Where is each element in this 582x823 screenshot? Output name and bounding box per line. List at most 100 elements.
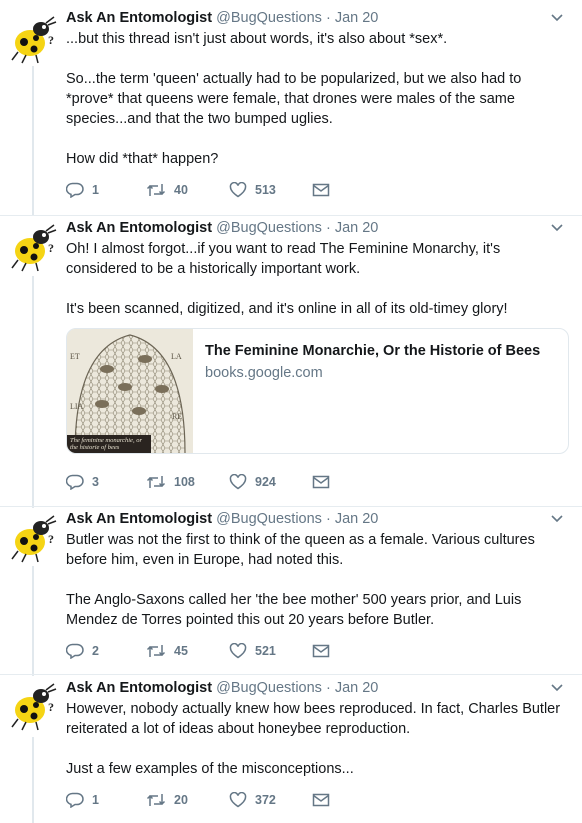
tweet-paragraph: It's been scanned, digitized, and it's o… xyxy=(66,301,508,317)
direct-message-button[interactable] xyxy=(312,793,330,807)
reply-button[interactable]: 1 xyxy=(66,182,146,198)
tweet-actions: 1 40 513 xyxy=(66,180,330,200)
tweet-actions: 1 20 372 xyxy=(66,790,330,810)
reply-button[interactable]: 1 xyxy=(66,792,146,808)
like-button[interactable]: 372 xyxy=(229,792,312,808)
separator: · xyxy=(325,220,331,236)
separator: · xyxy=(325,10,331,26)
separator: · xyxy=(325,511,331,527)
tweet-paragraph: The Anglo-Saxons called her 'the bee mot… xyxy=(66,592,522,628)
reply-button[interactable]: 2 xyxy=(66,643,146,659)
reply-count: 1 xyxy=(92,183,99,197)
chevron-down-icon[interactable] xyxy=(550,683,564,693)
direct-message-button[interactable] xyxy=(312,183,330,197)
retweet-icon xyxy=(146,794,166,806)
tweet-header: Ask An Entomologist @BugQuestions · Jan … xyxy=(66,219,568,237)
retweet-button[interactable]: 45 xyxy=(146,643,229,659)
card-title[interactable]: The Feminine Monarchie, Or the Historie … xyxy=(205,341,540,361)
card-domain: books.google.com xyxy=(205,365,323,381)
display-name[interactable]: Ask An Entomologist xyxy=(66,680,212,696)
tweet-text: Oh! I almost forgot...if you want to rea… xyxy=(66,239,568,319)
tweet-text: ...but this thread isn't just about word… xyxy=(66,29,568,169)
reply-count: 3 xyxy=(92,475,99,489)
display-name[interactable]: Ask An Entomologist xyxy=(66,511,212,527)
retweet-button[interactable]: 108 xyxy=(146,474,229,490)
like-button[interactable]: 513 xyxy=(229,182,312,198)
tweet-paragraph: So...the term 'queen' actually had to be… xyxy=(66,71,522,127)
avatar[interactable] xyxy=(8,222,58,272)
link-preview-card[interactable]: ET LA LIA RE The feminine monarchie, or … xyxy=(66,328,569,454)
retweet-count: 40 xyxy=(174,183,188,197)
handle[interactable]: @BugQuestions xyxy=(216,10,322,26)
retweet-count: 108 xyxy=(174,475,195,489)
tweet-paragraph: ...but this thread isn't just about word… xyxy=(66,31,448,47)
avatar[interactable] xyxy=(8,513,58,563)
chevron-down-icon[interactable] xyxy=(550,514,564,524)
avatar[interactable] xyxy=(8,14,58,64)
tweet-paragraph: Oh! I almost forgot...if you want to rea… xyxy=(66,241,501,277)
display-name[interactable]: Ask An Entomologist xyxy=(66,220,212,236)
retweet-icon xyxy=(146,476,166,488)
tweet-paragraph: Butler was not the first to think of the… xyxy=(66,532,535,568)
tweet-date[interactable]: Jan 20 xyxy=(335,680,379,696)
like-button[interactable]: 924 xyxy=(229,474,312,490)
tweet-actions: 2 45 521 xyxy=(66,641,330,661)
separator: · xyxy=(325,680,331,696)
tweet-text: Butler was not the first to think of the… xyxy=(66,530,568,630)
book-cover-thumbnail: ET LA LIA RE The feminine monarchie, or … xyxy=(67,329,193,453)
tweet-date[interactable]: Jan 20 xyxy=(335,10,379,26)
like-button[interactable]: 521 xyxy=(229,643,312,659)
chevron-down-icon[interactable] xyxy=(550,13,564,23)
tweet-actions: 3 108 924 xyxy=(66,472,330,492)
svg-text:RE: RE xyxy=(172,412,182,421)
direct-message-button[interactable] xyxy=(312,644,330,658)
like-count: 513 xyxy=(255,183,276,197)
reply-icon xyxy=(66,474,84,490)
avatar[interactable] xyxy=(8,681,58,731)
tweet-paragraph: How did *that* happen? xyxy=(66,151,219,167)
reply-icon xyxy=(66,182,84,198)
retweet-icon xyxy=(146,184,166,196)
like-count: 924 xyxy=(255,475,276,489)
tweet-paragraph: Just a few examples of the misconception… xyxy=(66,761,354,777)
handle[interactable]: @BugQuestions xyxy=(216,220,322,236)
heart-icon xyxy=(229,792,247,808)
tweet-date[interactable]: Jan 20 xyxy=(335,220,379,236)
envelope-icon xyxy=(312,644,330,658)
like-count: 372 xyxy=(255,793,276,807)
retweet-count: 45 xyxy=(174,644,188,658)
envelope-icon xyxy=(312,793,330,807)
tweet-header: Ask An Entomologist @BugQuestions · Jan … xyxy=(66,679,568,697)
tweet[interactable]: Ask An Entomologist @BugQuestions · Jan … xyxy=(0,507,582,675)
reply-button[interactable]: 3 xyxy=(66,474,146,490)
like-count: 521 xyxy=(255,644,276,658)
tweet-header: Ask An Entomologist @BugQuestions · Jan … xyxy=(66,9,568,27)
reply-icon xyxy=(66,643,84,659)
reply-icon xyxy=(66,792,84,808)
reply-count: 1 xyxy=(92,793,99,807)
svg-text:LIA: LIA xyxy=(70,402,84,411)
heart-icon xyxy=(229,474,247,490)
tweet[interactable]: Ask An Entomologist @BugQuestions · Jan … xyxy=(0,0,582,216)
chevron-down-icon[interactable] xyxy=(550,223,564,233)
tweet-text: However, nobody actually knew how bees r… xyxy=(66,699,568,779)
heart-icon xyxy=(229,182,247,198)
handle[interactable]: @BugQuestions xyxy=(216,511,322,527)
svg-text:LA: LA xyxy=(171,352,182,361)
tweet-date[interactable]: Jan 20 xyxy=(335,511,379,527)
tweet[interactable]: Ask An Entomologist @BugQuestions · Jan … xyxy=(0,675,582,823)
direct-message-button[interactable] xyxy=(312,475,330,489)
retweet-button[interactable]: 20 xyxy=(146,792,229,808)
envelope-icon xyxy=(312,183,330,197)
retweet-count: 20 xyxy=(174,793,188,807)
image-caption: The feminine monarchie, or the historie … xyxy=(67,435,151,453)
svg-text:ET: ET xyxy=(70,352,80,361)
tweet-paragraph: However, nobody actually knew how bees r… xyxy=(66,701,561,737)
envelope-icon xyxy=(312,475,330,489)
reply-count: 2 xyxy=(92,644,99,658)
heart-icon xyxy=(229,643,247,659)
display-name[interactable]: Ask An Entomologist xyxy=(66,10,212,26)
retweet-icon xyxy=(146,645,166,657)
handle[interactable]: @BugQuestions xyxy=(216,680,322,696)
retweet-button[interactable]: 40 xyxy=(146,182,229,198)
